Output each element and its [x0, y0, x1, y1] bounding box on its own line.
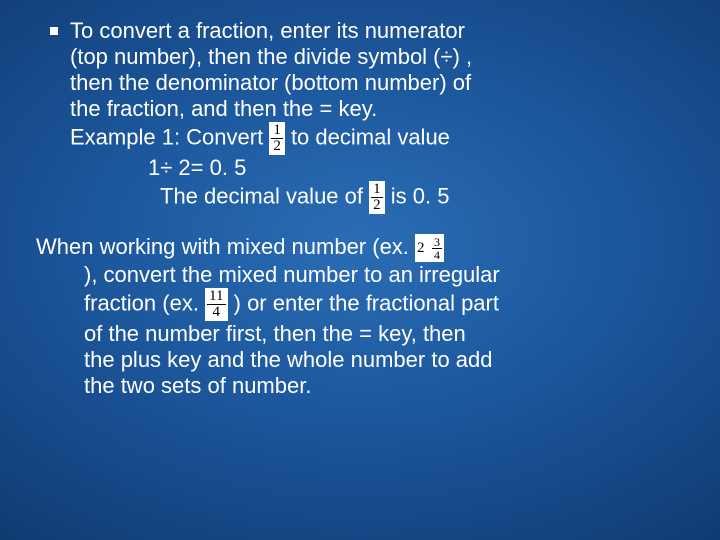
- mixed-line-1: When working with mixed number (ex. 2 3 …: [36, 234, 684, 262]
- example-1-prefix: Example 1: Convert: [70, 124, 269, 149]
- mixed-number-paragraph: When working with mixed number (ex. 2 3 …: [36, 234, 684, 399]
- mixed-whole: 2: [417, 241, 427, 256]
- mixed-line-3a: fraction (ex.: [84, 290, 205, 315]
- bullet-line-2: (top number), then the divide symbol (÷)…: [70, 44, 472, 69]
- fraction-one-half: 1 2: [269, 122, 285, 155]
- fraction-denominator: 2: [271, 139, 283, 154]
- example-result-suffix: is 0. 5: [391, 183, 450, 208]
- mixed-line-4: of the number first, then the = key, the…: [36, 321, 684, 347]
- mixed-line-3b: ) or enter the fractional part: [234, 290, 499, 315]
- mixed-line-2: ), convert the mixed number to an irregu…: [36, 262, 684, 288]
- mixed-line-6: the two sets of number.: [36, 373, 684, 399]
- mixed-denominator: 4: [432, 249, 442, 261]
- fraction-numerator: 1: [271, 123, 283, 138]
- mixed-number-2-3-4: 2 3 4: [415, 234, 444, 261]
- mixed-line-1a: When working with mixed number (ex.: [36, 234, 415, 259]
- mixed-line-3: fraction (ex. 11 4 ) or enter the fracti…: [36, 288, 684, 321]
- bullet-paragraph: To convert a fraction, enter its numerat…: [36, 18, 684, 214]
- mixed-numerator: 3: [432, 236, 442, 248]
- example-line-1: Example 1: Convert 1 2 to decimal value: [70, 122, 684, 155]
- fraction-one-half-2: 1 2: [369, 181, 385, 214]
- bullet-line-3: then the denominator (bottom number) of: [70, 70, 471, 95]
- bullet-line-1: To convert a fraction, enter its numerat…: [70, 18, 465, 43]
- fraction-numerator: 1: [371, 182, 383, 197]
- example-result-line: The decimal value of 1 2 is 0. 5: [70, 181, 684, 214]
- fraction-numerator: 11: [207, 289, 225, 304]
- example-result-prefix: The decimal value of: [160, 183, 369, 208]
- bullet-square-icon: [50, 27, 58, 35]
- fraction-11-4: 11 4: [205, 288, 227, 321]
- mixed-line-5: the plus key and the whole number to add: [36, 347, 684, 373]
- fraction-denominator: 4: [207, 305, 225, 320]
- example-1-suffix: to decimal value: [291, 124, 450, 149]
- fraction-denominator: 2: [371, 198, 383, 213]
- example-calc: 1÷ 2= 0. 5: [70, 155, 684, 181]
- bullet-line-4: the fraction, and then the = key.: [70, 96, 377, 121]
